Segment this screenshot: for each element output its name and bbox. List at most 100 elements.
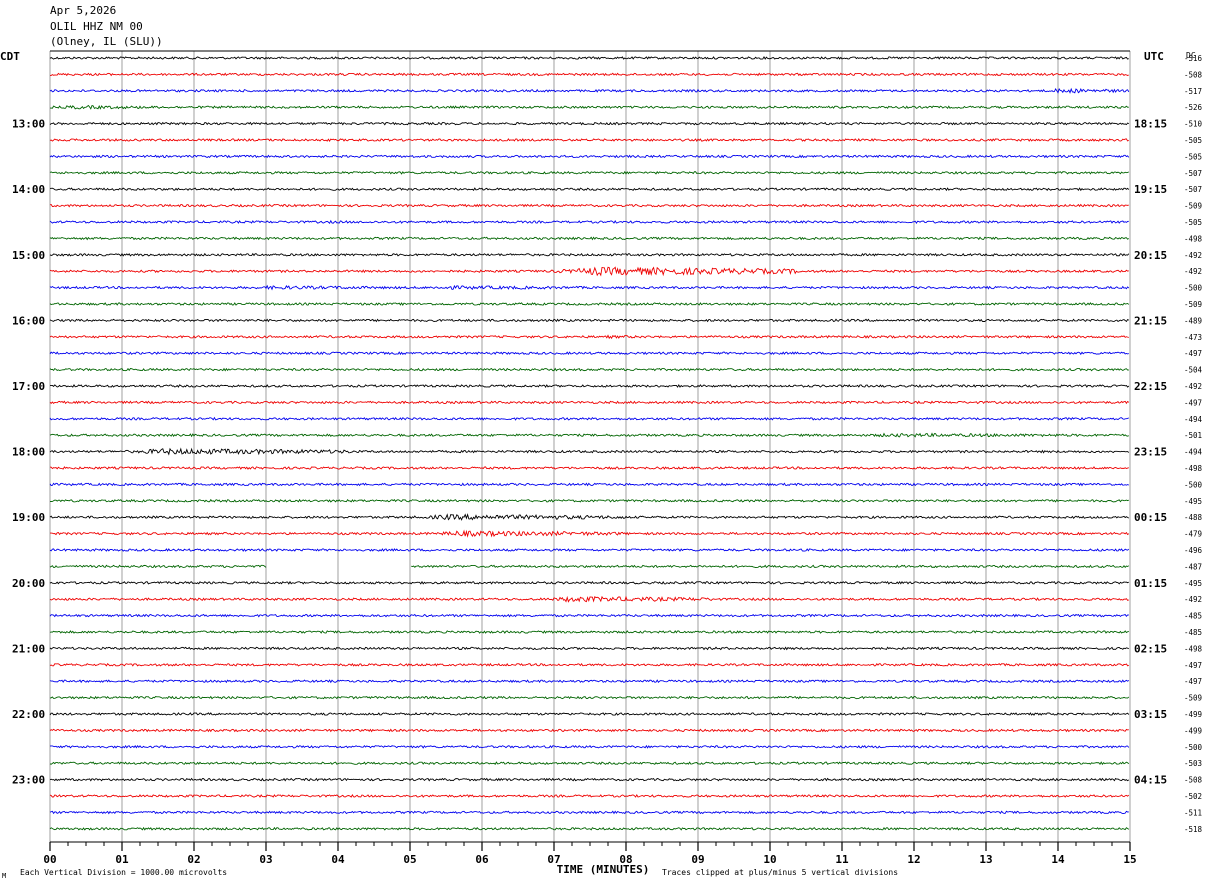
right-hour-label: 03:15 <box>1134 708 1167 721</box>
dc-offset-label: -510 <box>1184 120 1203 129</box>
dc-offset-label: -516 <box>1184 54 1203 63</box>
seismic-trace <box>49 284 1130 291</box>
dc-offset-label: -500 <box>1184 284 1203 293</box>
left-hour-label: 18:00 <box>12 446 45 459</box>
left-hour-label: 16:00 <box>12 314 45 327</box>
seismic-trace <box>49 794 1130 798</box>
right-hour-label: 20:15 <box>1134 249 1167 262</box>
x-tick-label: 03 <box>259 853 272 866</box>
seismic-trace <box>49 432 1129 438</box>
x-tick-label: 00 <box>43 853 56 866</box>
dc-offset-label: -492 <box>1184 267 1202 276</box>
right-hour-label: 00:15 <box>1134 511 1167 524</box>
dc-offset-label: -485 <box>1184 628 1202 637</box>
dc-offset-label: -503 <box>1184 759 1202 768</box>
dc-offset-label: -487 <box>1184 562 1202 571</box>
seismic-trace <box>49 367 1129 372</box>
seismic-trace <box>49 203 1129 208</box>
left-hour-label: 13:00 <box>12 118 45 131</box>
x-tick-label: 05 <box>403 853 416 866</box>
dc-offset-label: -505 <box>1184 152 1202 161</box>
seismic-trace <box>49 266 1129 277</box>
dc-offset-label: -495 <box>1184 579 1202 588</box>
dc-offset-label: -509 <box>1184 694 1202 703</box>
dc-offset-label: -488 <box>1184 513 1203 522</box>
seismic-trace <box>49 318 1129 323</box>
seismic-trace <box>49 154 1130 159</box>
x-tick-label: 15 <box>1123 853 1136 866</box>
seismic-trace <box>49 826 1130 831</box>
dc-offset-label: -498 <box>1184 464 1203 473</box>
right-hour-label: 01:15 <box>1134 577 1167 590</box>
dc-offset-label: -500 <box>1184 743 1203 752</box>
right-hour-label: 22:15 <box>1134 380 1167 393</box>
right-hour-label: 23:15 <box>1134 446 1167 459</box>
dc-offset-label: -498 <box>1184 644 1203 653</box>
x-tick-label: 02 <box>187 853 200 866</box>
dc-offset-label: -492 <box>1184 595 1202 604</box>
dc-offset-label: -498 <box>1184 234 1203 243</box>
seismic-trace <box>49 595 1129 603</box>
left-hour-label: 23:00 <box>12 774 45 787</box>
dc-offset-label: -505 <box>1184 218 1202 227</box>
seismic-trace <box>49 482 1129 487</box>
dc-offset-label: -494 <box>1184 448 1203 457</box>
dc-offset-label: -473 <box>1184 333 1202 342</box>
seismic-trace <box>49 712 1130 716</box>
seismic-trace <box>49 334 1129 340</box>
dc-offset-label: -496 <box>1184 546 1203 555</box>
x-tick-label: 12 <box>907 853 920 866</box>
right-hour-label: 21:15 <box>1134 314 1167 327</box>
dc-offset-label: -502 <box>1184 792 1202 801</box>
seismic-trace <box>49 728 1129 733</box>
seismic-trace <box>49 498 1129 503</box>
dc-offset-label: -485 <box>1184 612 1202 621</box>
dc-offset-label: -489 <box>1184 316 1202 325</box>
seismic-trace <box>49 104 1129 110</box>
left-hour-label: 20:00 <box>12 577 45 590</box>
seismic-trace <box>49 548 1130 552</box>
dc-offset-label: -492 <box>1184 251 1202 260</box>
seismic-trace <box>49 447 1130 456</box>
right-hour-label: 02:15 <box>1134 642 1167 655</box>
seismic-trace <box>49 810 1129 815</box>
axis-labels: 00 01 02 03 04 05 06 07 08 09 10 11 12 13 14 15CDT UTC DC… <box>0 50 1203 880</box>
seismic-trace <box>49 72 1129 77</box>
seismic-trace <box>49 513 1130 521</box>
left-hour-label: 19:00 <box>12 511 45 524</box>
seismic-trace <box>49 236 1130 241</box>
x-tick-label: 04 <box>331 853 345 866</box>
right-timezone-label: UTC <box>1144 50 1164 63</box>
x-axis-title: TIME (MINUTES) <box>557 863 650 876</box>
left-hour-label: 15:00 <box>12 249 45 262</box>
dc-offset-label: -479 <box>1184 530 1202 539</box>
seismic-trace <box>49 187 1130 192</box>
seismic-trace <box>49 384 1130 388</box>
seismic-trace <box>49 400 1130 405</box>
dc-offset-label: -507 <box>1184 169 1202 178</box>
vertical-gridlines <box>49 51 1131 842</box>
seismic-trace <box>49 416 1129 421</box>
dc-offset-label: -497 <box>1184 677 1202 686</box>
dc-offset-label: -497 <box>1184 398 1202 407</box>
dc-offset-label: -526 <box>1184 103 1203 112</box>
x-tick-label: 13 <box>979 853 992 866</box>
seismic-trace <box>49 219 1129 225</box>
seismic-trace <box>49 744 1130 749</box>
dc-offset-label: -509 <box>1184 300 1202 309</box>
seismic-trace <box>49 170 1130 175</box>
right-hour-label: 04:15 <box>1134 774 1167 787</box>
seismic-trace <box>49 529 1130 538</box>
dc-offset-label: -517 <box>1184 87 1202 96</box>
right-hour-label: 18:15 <box>1134 118 1167 131</box>
dc-offset-label: -504 <box>1184 366 1203 375</box>
seismic-trace <box>49 138 1129 142</box>
seismic-trace <box>49 761 1130 766</box>
dc-offset-label: -508 <box>1184 70 1203 79</box>
dc-offset-label: -492 <box>1184 382 1202 391</box>
seismic-trace <box>49 121 1130 126</box>
dc-offset-label: -501 <box>1184 431 1202 440</box>
left-hour-label: 22:00 <box>12 708 45 721</box>
seismic-trace <box>49 87 1130 94</box>
dc-offset-label: -497 <box>1184 661 1202 670</box>
